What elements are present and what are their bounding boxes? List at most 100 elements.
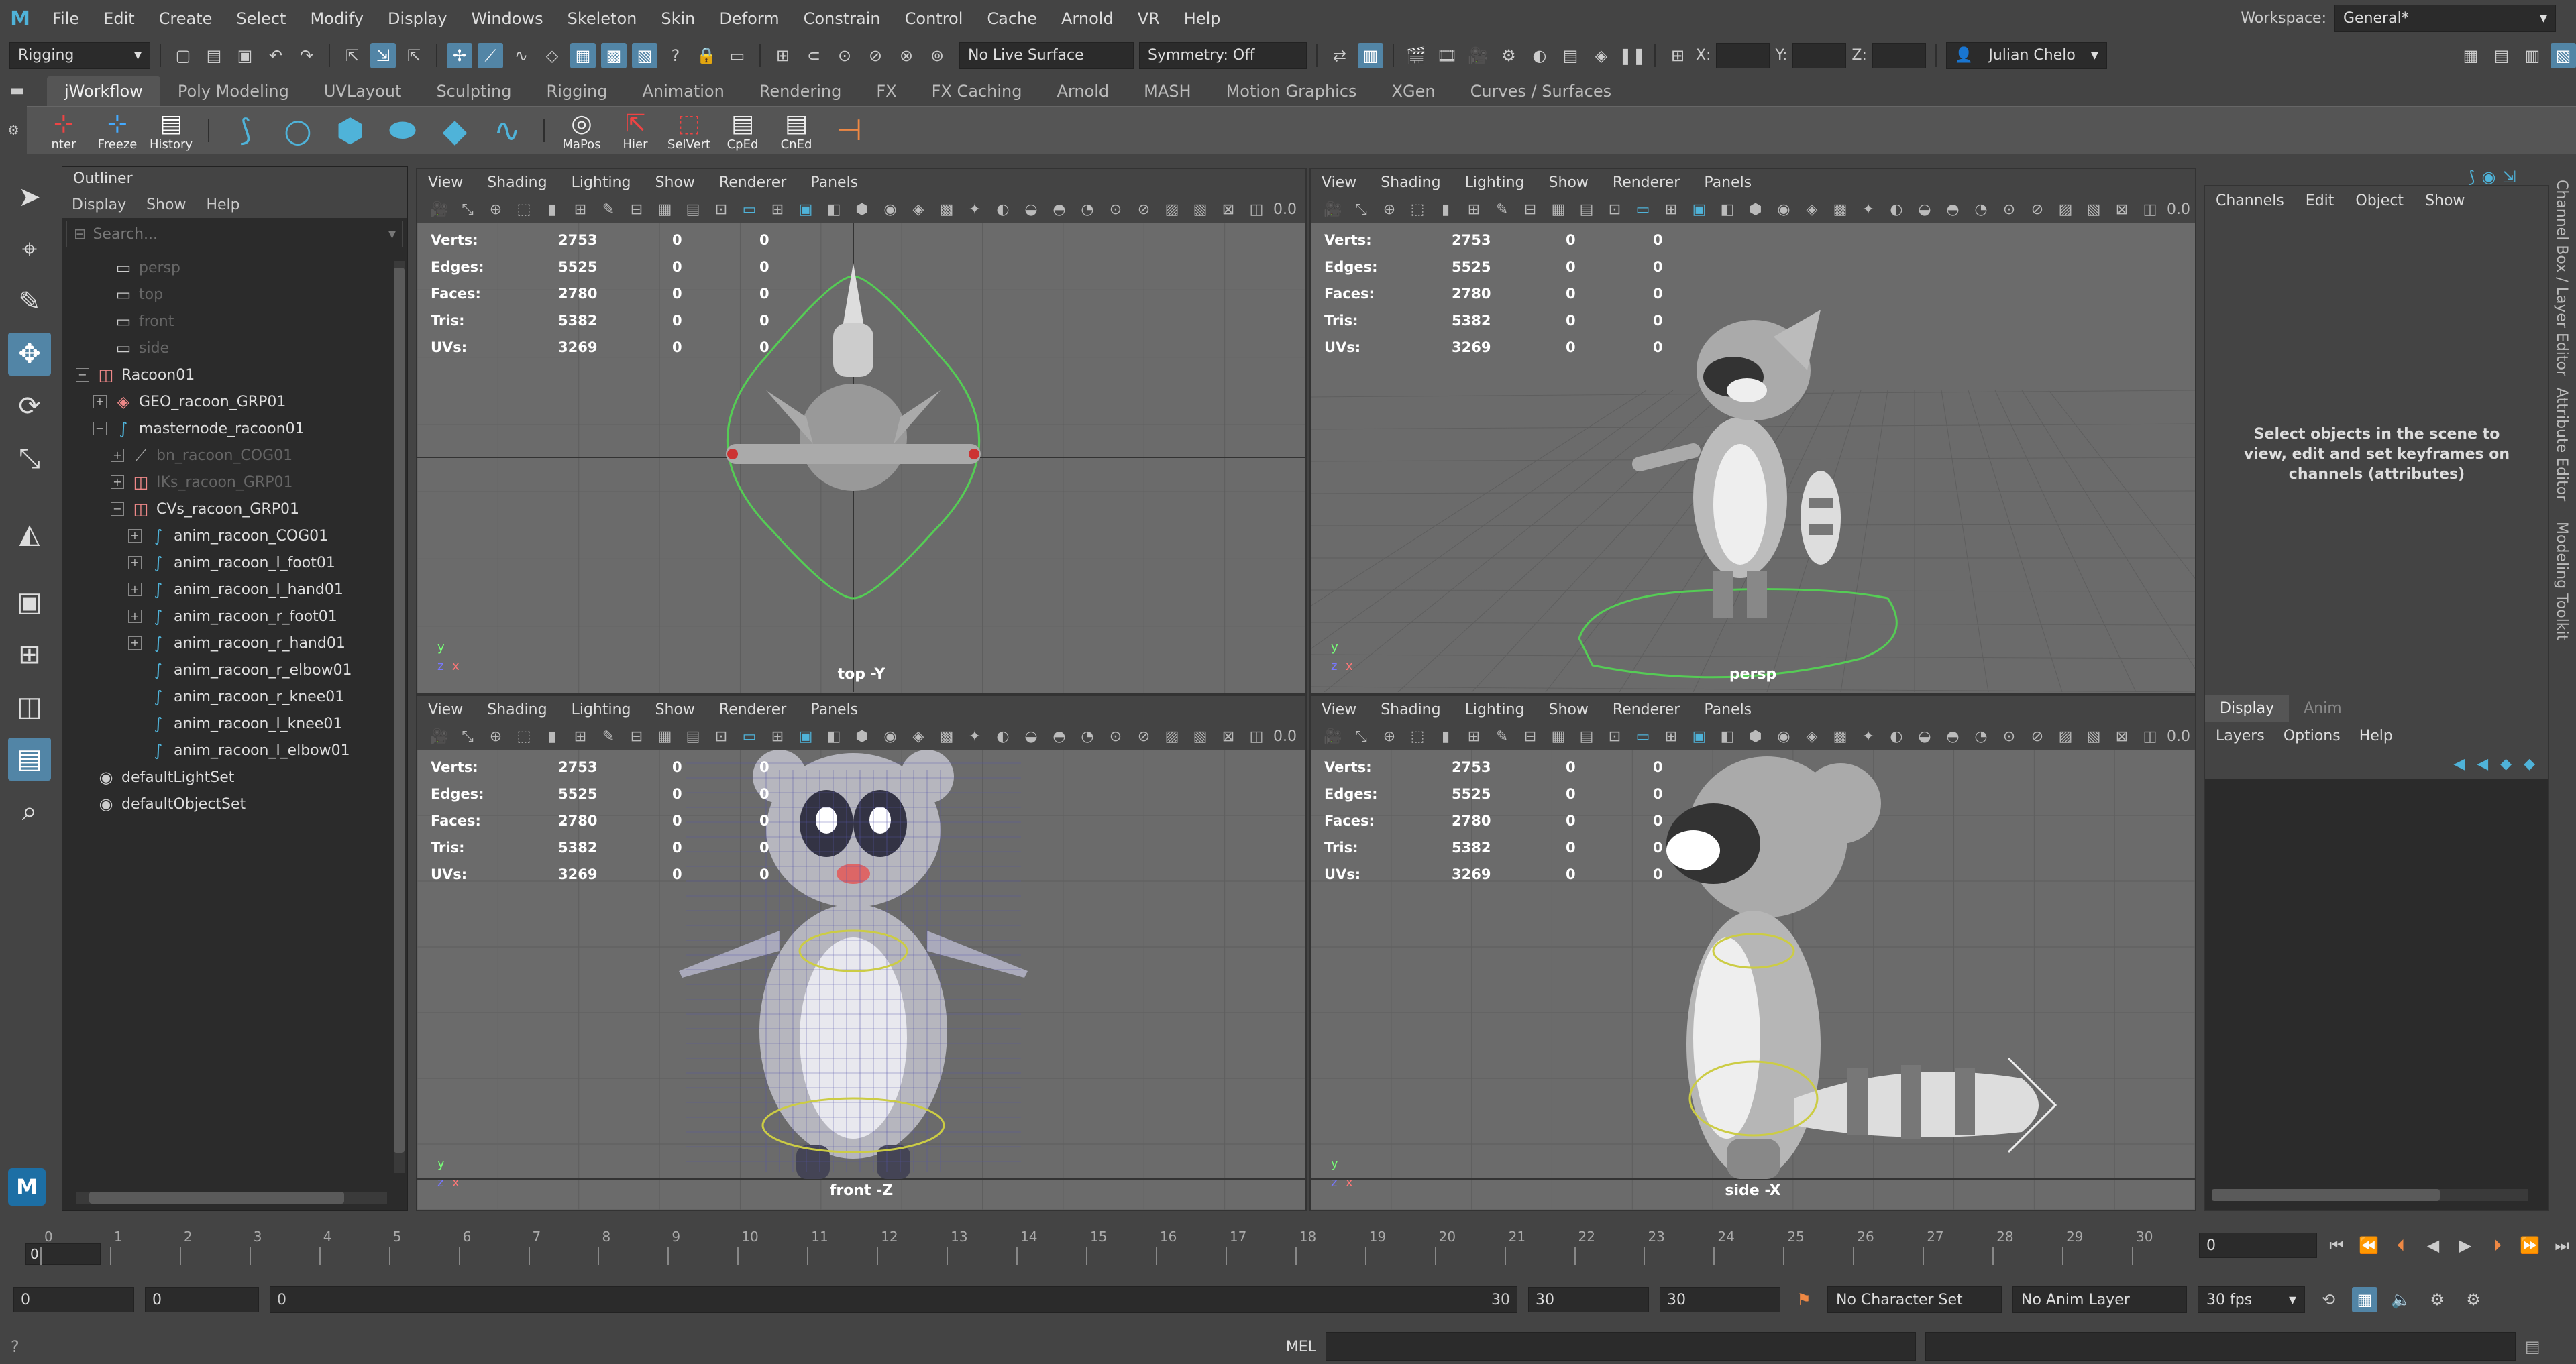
- viewport-tool-icon[interactable]: ▧: [2082, 201, 2105, 218]
- viewport-menu-renderer[interactable]: Renderer: [719, 174, 786, 191]
- viewport-tool-icon[interactable]: ◔: [1970, 201, 1992, 218]
- expand-toggle-icon[interactable]: +: [128, 636, 142, 650]
- viewport-tool-icon[interactable]: ◫: [2139, 728, 2161, 745]
- maya-home-icon[interactable]: M: [8, 1168, 46, 1206]
- viewport-tool-icon[interactable]: ⊞: [1660, 201, 1682, 218]
- joint-chain-icon[interactable]: ⟆: [225, 111, 266, 151]
- character-set-dropdown[interactable]: No Character Set: [1827, 1286, 2002, 1313]
- outliner-hscrollbar[interactable]: [76, 1192, 387, 1204]
- play-backwards-icon[interactable]: ◀: [2420, 1233, 2446, 1258]
- viewport-tool-icon[interactable]: ▨: [1161, 201, 1183, 218]
- move-tool-icon[interactable]: ✥: [8, 333, 51, 376]
- viewport-front[interactable]: View Shading Lighting Show Renderer Panels 🎥 ⤡ ⊕…: [416, 695, 1307, 1211]
- paint-select-icon[interactable]: ✎: [8, 280, 51, 323]
- playback-end-field[interactable]: 30: [1528, 1287, 1649, 1312]
- select-dynamics-icon[interactable]: ▩: [601, 42, 627, 68]
- viewport-menu-view[interactable]: View: [1322, 701, 1356, 718]
- viewport-menu-show[interactable]: Show: [1549, 174, 1589, 191]
- outliner-row[interactable]: ▭ front: [62, 308, 407, 335]
- outliner-row[interactable]: ◉ defaultLightSet: [62, 764, 407, 791]
- outliner-row[interactable]: + ∫ anim_racoon_COG01: [62, 522, 407, 549]
- viewport-tool-icon[interactable]: ◈: [907, 201, 930, 218]
- viewport-tool-icon[interactable]: ◒: [1913, 201, 1936, 218]
- redo-icon[interactable]: ↷: [294, 43, 319, 68]
- snap-plane-icon[interactable]: ⊘: [863, 43, 888, 68]
- outliner-row[interactable]: − ◫ CVs_racoon_GRP01: [62, 496, 407, 522]
- shelf-menu-icon[interactable]: ▬: [9, 80, 25, 99]
- modeling-toolkit-icon[interactable]: ▦: [2458, 43, 2483, 68]
- viewport-tool-icon[interactable]: ▩: [935, 201, 958, 218]
- viewport-tool-icon[interactable]: ▣: [1688, 201, 1711, 218]
- expand-toggle-icon[interactable]: −: [76, 368, 89, 382]
- time-slider[interactable]: 0 0 1 2 3 4 5 6 7 8 9 10 11 12 13 14 15 16 17 18 19 20 21 22 23…: [19, 1225, 2194, 1266]
- tool-settings-icon[interactable]: ▥: [2520, 43, 2545, 68]
- layer-menu-options[interactable]: Options: [2284, 728, 2341, 744]
- select-handle-icon[interactable]: ✢: [447, 42, 472, 68]
- outliner-menu-help[interactable]: Help: [206, 196, 239, 213]
- channel-box-icon[interactable]: ▧: [2551, 42, 2576, 68]
- poly-cylinder-icon[interactable]: ⬬: [382, 111, 423, 151]
- snap-curve-icon[interactable]: ⊂: [801, 43, 826, 68]
- step-back-frame-icon[interactable]: ⏴: [2388, 1233, 2414, 1258]
- viewport-canvas[interactable]: Verts: 2753 0 0 Edges: 5525 0 0 Faces: 2780 0 0 Tris…: [1311, 223, 2195, 693]
- viewport-tool-icon[interactable]: ▩: [1829, 728, 1851, 745]
- tab-display[interactable]: Display: [2205, 695, 2290, 722]
- shelf-tab-sculpting[interactable]: Sculpting: [419, 76, 529, 106]
- viewport-tool-icon[interactable]: ⊕: [1378, 201, 1401, 218]
- select-component-icon[interactable]: ⇱: [401, 43, 427, 68]
- viewport-tool-icon[interactable]: ▭: [1631, 201, 1654, 218]
- viewport-tool-icon[interactable]: ⊡: [710, 201, 733, 218]
- viewport-value-field[interactable]: 0.0: [1273, 201, 1297, 218]
- viewport-top[interactable]: View Shading Lighting Show Renderer Panels 🎥 ⤡ ⊕…: [416, 168, 1307, 695]
- viewport-tool-icon[interactable]: ⊟: [625, 201, 648, 218]
- viewport-menu-view[interactable]: View: [428, 701, 463, 718]
- snap-grid-icon[interactable]: ⊞: [770, 43, 796, 68]
- viewport-tool-icon[interactable]: ◉: [879, 201, 902, 218]
- viewport-tool-icon[interactable]: ◐: [991, 728, 1014, 745]
- snap-point-icon[interactable]: ⊙: [832, 43, 857, 68]
- anim-layer-dropdown[interactable]: No Anim Layer: [2012, 1286, 2187, 1313]
- viewport-tool-icon[interactable]: ⤡: [1350, 201, 1373, 218]
- viewport-tool-icon[interactable]: ✦: [963, 728, 986, 745]
- viewport-menu-shading[interactable]: Shading: [487, 701, 547, 718]
- viewport-tool-icon[interactable]: ⊘: [1132, 728, 1155, 745]
- menu-control[interactable]: Control: [893, 0, 975, 38]
- viewport-tool-icon[interactable]: ⊞: [1462, 201, 1485, 218]
- shelf-selvert-button[interactable]: ⬚ SelVert: [667, 109, 710, 152]
- outliner-menu-show[interactable]: Show: [146, 196, 186, 213]
- sound-icon[interactable]: 🔈: [2388, 1287, 2414, 1312]
- viewport-tool-icon[interactable]: ✦: [963, 201, 986, 218]
- viewport-tool-icon[interactable]: ⊡: [1603, 201, 1626, 218]
- viewport-tool-icon[interactable]: ⊡: [1603, 728, 1626, 745]
- outliner-row[interactable]: + ◈ GEO_racoon_GRP01: [62, 388, 407, 415]
- menu-vr[interactable]: VR: [1126, 0, 1172, 38]
- viewport-tool-icon[interactable]: ▨: [1161, 728, 1183, 745]
- shelf-tab-fx[interactable]: FX: [859, 76, 914, 106]
- viewport-tool-icon[interactable]: ⊞: [1462, 728, 1485, 745]
- viewport-tool-icon[interactable]: ⊟: [625, 728, 648, 745]
- viewport-value-field[interactable]: 0.0: [2167, 728, 2190, 745]
- script-editor-icon[interactable]: ▤: [2525, 1337, 2540, 1356]
- viewport-menu-panels[interactable]: Panels: [1704, 174, 1752, 191]
- command-input[interactable]: [1325, 1332, 1916, 1361]
- expand-toggle-icon[interactable]: +: [93, 395, 107, 408]
- shelf-tab-rigging[interactable]: Rigging: [529, 76, 625, 106]
- select-misc-icon[interactable]: ?: [663, 43, 688, 68]
- viewport-tool-icon[interactable]: ◓: [1048, 728, 1071, 745]
- viewport-tool-icon[interactable]: ◈: [907, 728, 930, 745]
- viewport-tool-icon[interactable]: ✎: [597, 728, 620, 745]
- workspace-dropdown[interactable]: General* ▾: [2334, 5, 2556, 32]
- hypershade-icon[interactable]: ◐: [1527, 43, 1552, 68]
- modeling-toolkit-side-tab[interactable]: Modeling Toolkit: [2553, 522, 2570, 640]
- viewport-tool-icon[interactable]: ▣: [794, 728, 817, 745]
- shelf-tab-curves-surfaces[interactable]: Curves / Surfaces: [1453, 76, 1629, 106]
- light-editor-icon[interactable]: ◈: [1589, 43, 1614, 68]
- viewport-tool-icon[interactable]: ⊟: [1519, 201, 1542, 218]
- four-view-icon[interactable]: ⊞: [8, 633, 51, 676]
- help-icon[interactable]: ?: [11, 1337, 19, 1356]
- menu-constrain[interactable]: Constrain: [792, 0, 893, 38]
- new-layer-selected-icon[interactable]: ◆: [2524, 756, 2535, 773]
- shelf-tab-jworkflow[interactable]: jWorkflow: [47, 76, 160, 106]
- viewport-tool-icon[interactable]: ⊞: [569, 728, 592, 745]
- menu-modify[interactable]: Modify: [298, 0, 376, 38]
